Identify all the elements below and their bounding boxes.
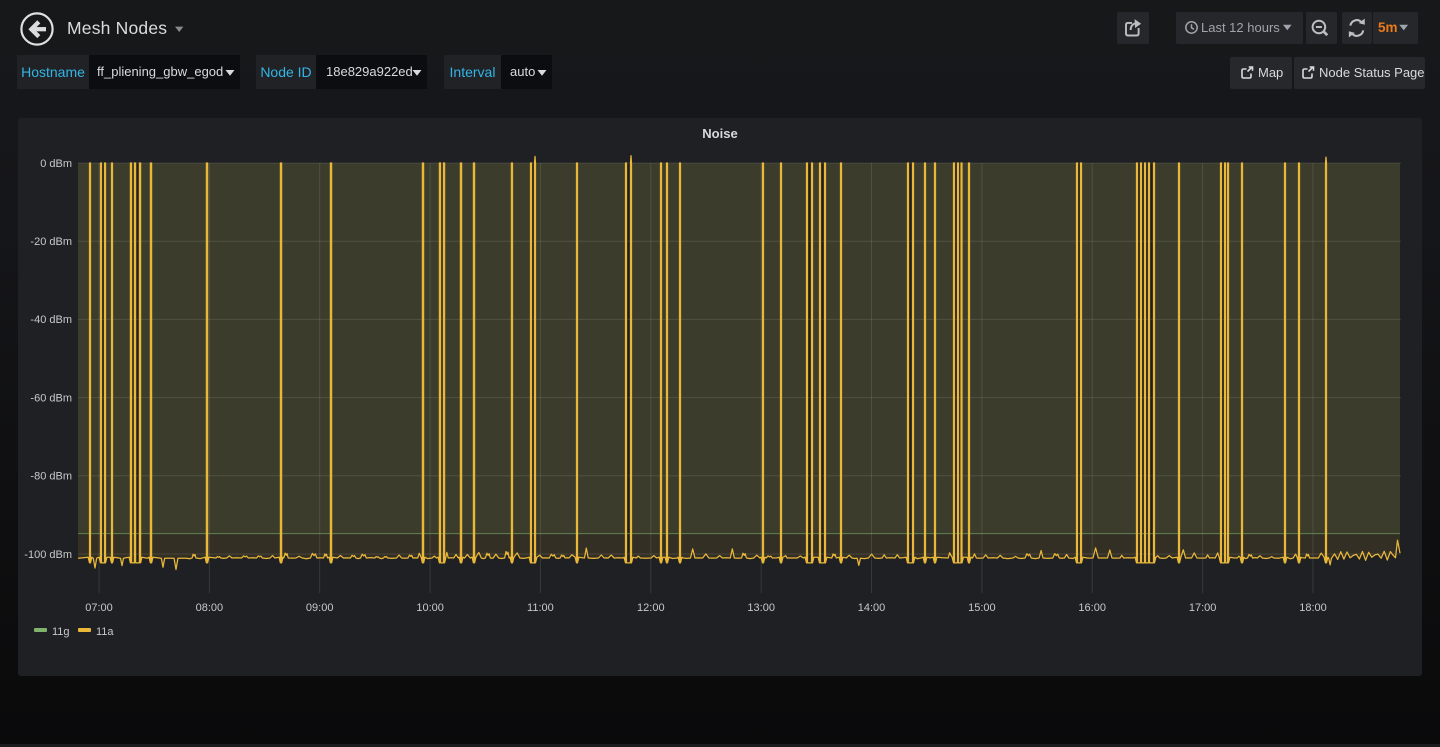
svg-text:13:00: 13:00 (747, 602, 775, 614)
svg-text:09:00: 09:00 (306, 602, 334, 614)
svg-text:14:00: 14:00 (858, 602, 886, 614)
svg-text:11a: 11a (96, 626, 114, 638)
svg-text:0 dBm: 0 dBm (40, 158, 72, 170)
svg-text:07:00: 07:00 (85, 602, 113, 614)
svg-text:-80 dBm: -80 dBm (30, 471, 72, 483)
svg-text:-40 dBm: -40 dBm (30, 314, 72, 326)
svg-text:16:00: 16:00 (1078, 602, 1106, 614)
svg-text:15:00: 15:00 (968, 602, 996, 614)
svg-text:10:00: 10:00 (416, 602, 444, 614)
svg-text:12:00: 12:00 (637, 602, 665, 614)
svg-text:18:00: 18:00 (1299, 602, 1327, 614)
svg-text:08:00: 08:00 (196, 602, 224, 614)
svg-text:11:00: 11:00 (527, 602, 554, 614)
svg-text:11g: 11g (52, 626, 70, 638)
svg-text:17:00: 17:00 (1189, 602, 1217, 614)
svg-text:-60 dBm: -60 dBm (30, 392, 72, 404)
svg-text:-20 dBm: -20 dBm (30, 236, 72, 248)
svg-text:-100 dBm: -100 dBm (24, 549, 72, 561)
